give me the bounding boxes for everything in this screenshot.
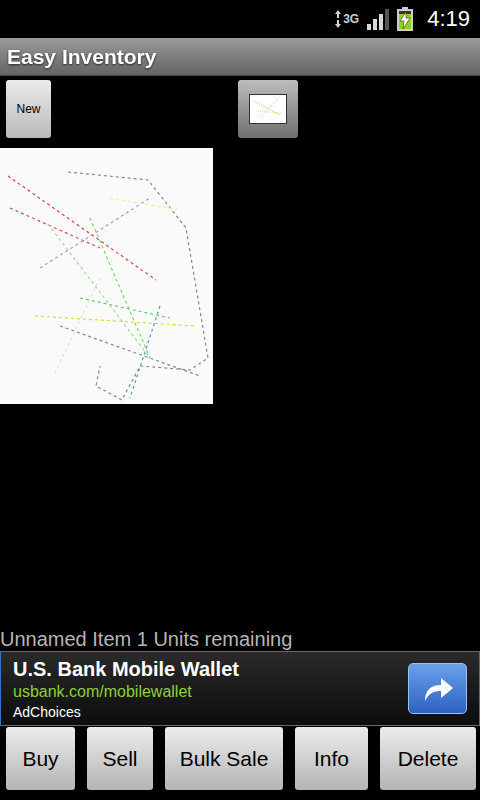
action-button-label: Sell bbox=[102, 743, 137, 775]
network-indicator: 3G bbox=[334, 9, 359, 29]
ad-title: U.S. Bank Mobile Wallet bbox=[13, 656, 239, 682]
image-button[interactable] bbox=[238, 80, 298, 138]
action-button-label: Bulk Sale bbox=[180, 743, 269, 775]
title-bar: Easy Inventory bbox=[0, 38, 480, 76]
action-button-label: Delete bbox=[398, 743, 459, 775]
action-button[interactable]: Delete bbox=[380, 727, 476, 790]
app-title: Easy Inventory bbox=[7, 46, 156, 67]
action-button-label: Info bbox=[314, 743, 349, 775]
share-arrow-icon bbox=[421, 675, 455, 703]
signal-bar bbox=[367, 24, 371, 30]
screen: 3G 4:19 Easy Inventory New bbox=[0, 0, 480, 800]
new-button[interactable]: New bbox=[6, 80, 51, 138]
network-label: 3G bbox=[343, 13, 359, 25]
action-button[interactable]: Sell bbox=[87, 727, 153, 790]
action-button[interactable]: Info bbox=[295, 727, 368, 790]
toolbar: New bbox=[0, 76, 480, 138]
image-thumbnail bbox=[249, 94, 287, 124]
ad-url: usbank.com/mobilewallet bbox=[13, 682, 239, 702]
signal-icon bbox=[367, 8, 389, 30]
signal-bar bbox=[373, 19, 377, 30]
ad-open-button[interactable] bbox=[408, 663, 467, 714]
data-arrows-icon bbox=[334, 9, 342, 29]
item-status: Unnamed Item 1 Units remaining bbox=[0, 625, 480, 651]
item-label: Unnamed Item 1 Units remaining bbox=[0, 627, 292, 651]
action-button-label: Buy bbox=[22, 743, 58, 775]
signal-bar bbox=[379, 14, 383, 30]
ad-choices[interactable]: AdChoices bbox=[13, 702, 239, 722]
status-bar: 3G 4:19 bbox=[0, 0, 480, 38]
new-label: New bbox=[16, 100, 40, 118]
item-picture bbox=[0, 148, 213, 404]
battery-icon bbox=[397, 7, 413, 31]
charging-bolt-icon bbox=[399, 12, 411, 29]
signal-bar bbox=[385, 9, 389, 30]
ad-banner[interactable]: U.S. Bank Mobile Wallet usbank.com/mobil… bbox=[0, 651, 480, 726]
action-button[interactable]: Buy bbox=[6, 727, 75, 790]
clock: 4:19 bbox=[427, 8, 470, 30]
action-bar: Buy Sell Bulk Sale Info Delete bbox=[0, 726, 480, 800]
ad-text: U.S. Bank Mobile Wallet usbank.com/mobil… bbox=[13, 656, 239, 722]
spacer bbox=[0, 404, 480, 625]
action-button[interactable]: Bulk Sale bbox=[165, 727, 283, 790]
